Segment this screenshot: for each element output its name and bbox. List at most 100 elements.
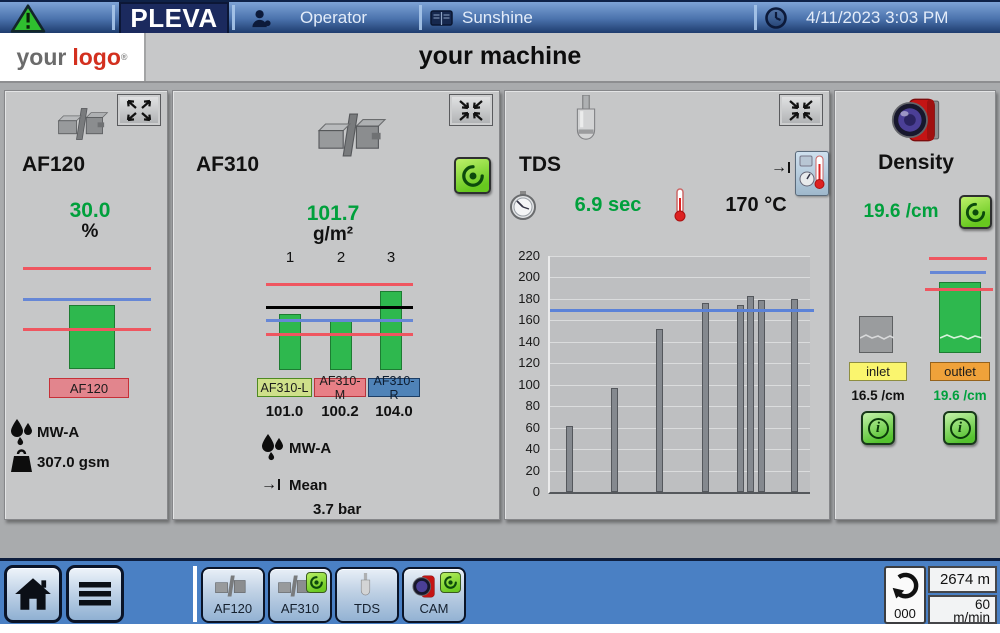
tds-ytick-label: 140 — [518, 333, 540, 349]
bar-number: 3 — [386, 249, 396, 266]
logo-word: your — [16, 43, 67, 70]
machine-title: your machine — [418, 42, 582, 70]
bottom-strip — [0, 624, 1000, 633]
clock-icon — [764, 6, 788, 35]
nav-label: AF120 — [213, 601, 253, 616]
expand-button[interactable] — [117, 94, 161, 126]
af120-chart-bar — [69, 304, 115, 369]
divider — [754, 5, 757, 30]
upper-limit-line — [23, 267, 151, 271]
recipe-label: Sunshine — [462, 8, 533, 27]
bar-number: 2 — [336, 249, 346, 266]
control-swirl-button[interactable] — [959, 195, 992, 229]
user-icon — [251, 8, 272, 34]
tds-plot — [548, 256, 814, 494]
af310-unit: g/m² — [312, 224, 354, 245]
pressure-value: 3.7 bar — [313, 501, 362, 518]
info-icon: i — [867, 417, 889, 439]
density-outlet-chart — [925, 256, 993, 353]
density-inlet-chart — [859, 256, 894, 353]
logo-reg-mark: ® — [120, 52, 128, 62]
tds-ytick-label: 200 — [518, 269, 540, 285]
mean-arrow-icon: → — [261, 476, 280, 494]
density-value: 19.6 /cm — [863, 201, 939, 222]
lower-limit-line — [23, 328, 151, 331]
panel-density: Density 19.6 /cm inlet outlet 16.5 /cm 1… — [834, 90, 996, 520]
af310-sensor-icon — [316, 113, 388, 162]
swirl-badge-icon — [306, 572, 327, 593]
tds-ytick-label: 160 — [518, 312, 540, 328]
moisture-drops-icon — [10, 419, 33, 452]
tds-ytick-label: 80 — [525, 398, 540, 414]
af310-value: 101.7 — [306, 202, 360, 225]
outlet-info-button[interactable]: i — [943, 411, 977, 445]
recipe-button[interactable]: Sunshine — [428, 2, 558, 35]
cam-mini-icon — [412, 574, 440, 604]
tds-chart-bar — [747, 295, 755, 492]
setpoint-line — [266, 305, 413, 309]
tds-time-value: 6.9 sec — [574, 194, 642, 216]
tds-chart-bar — [656, 328, 664, 492]
af120-unit: % — [81, 221, 99, 242]
brand-logo: PLEVA — [119, 2, 229, 35]
nav-label: CAM — [419, 601, 449, 616]
density-outlet-bar — [939, 282, 982, 353]
af310-left-tag: AF310-L — [257, 378, 312, 397]
brand-text: PLEVA — [130, 3, 218, 33]
panel-title: Density — [878, 151, 954, 174]
af310-chart-bar-mid — [330, 320, 352, 370]
counter-reset-button[interactable]: 000 — [884, 566, 926, 624]
outlet-tag: outlet — [930, 362, 990, 381]
collapse-button[interactable] — [779, 94, 823, 126]
lower-limit-line — [266, 332, 413, 336]
speed-unit: m/min — [953, 610, 990, 625]
moisture-drops-icon — [261, 434, 284, 467]
af120-tag: AF120 — [49, 378, 129, 398]
af120-value: 30.0 — [69, 199, 111, 222]
tds-ytick-label: 220 — [518, 248, 540, 263]
home-button[interactable] — [4, 565, 62, 623]
outlet-value: 19.6 /cm — [933, 388, 987, 403]
af120-mini-icon — [213, 575, 251, 602]
af310-right-value: 104.0 — [375, 403, 413, 420]
af310-right-tag: AF310-R — [368, 374, 420, 402]
header-bar: your logo ® your machine — [0, 33, 1000, 83]
logo-word: logo — [72, 43, 121, 70]
tds-chart-bar — [565, 425, 573, 492]
tds-temp-value: 170 °C — [725, 194, 787, 216]
tds-ytick-label: 0 — [532, 484, 540, 499]
lower-limit-line — [925, 288, 993, 292]
info-icon: i — [949, 417, 971, 439]
nav-button-af120[interactable]: AF120 — [201, 567, 265, 623]
nav-label: TDS — [354, 601, 380, 616]
panel-title: AF120 — [22, 153, 86, 176]
af120-sensor-icon — [57, 107, 109, 146]
panel-af120: AF120 30.0 % AF120 MW-A 307.0 gsm — [4, 90, 168, 520]
tds-chart-bar — [736, 305, 744, 492]
temperature-settings-button[interactable] — [795, 151, 829, 196]
panel-title: TDS — [519, 153, 561, 176]
user-button[interactable]: Operator — [245, 2, 405, 35]
nav-button-cam[interactable]: CAM — [402, 567, 466, 623]
inlet-tag: inlet — [849, 362, 907, 381]
inlet-info-button[interactable]: i — [861, 411, 895, 445]
nav-divider — [193, 566, 197, 622]
tds-chart-bar — [610, 387, 618, 492]
bar-number: 1 — [285, 249, 295, 266]
af310-chart-bar-left — [279, 314, 301, 370]
distance-readout: 2674 m — [928, 566, 997, 593]
collapse-button[interactable] — [449, 94, 493, 126]
nav-button-tds[interactable]: TDS — [335, 567, 399, 623]
reset-arrow-icon — [890, 570, 922, 609]
status-bar: PLEVA Operator Sunshine 4/11/2023 3:03 P… — [0, 0, 1000, 35]
mean-line — [23, 298, 151, 301]
weight-icon — [11, 449, 32, 478]
tds-ytick-label: 180 — [518, 290, 540, 306]
panel-af310: AF310 101.7 g/m² 1 2 3 AF310-L AF310-M A… — [172, 90, 500, 520]
moisture-label: MW-A — [289, 440, 332, 457]
nav-button-af310[interactable]: AF310 — [268, 567, 332, 623]
menu-button[interactable] — [66, 565, 124, 623]
control-swirl-button[interactable] — [454, 157, 491, 194]
user-label: Operator — [300, 8, 368, 27]
tds-ytick-label: 20 — [525, 462, 540, 478]
